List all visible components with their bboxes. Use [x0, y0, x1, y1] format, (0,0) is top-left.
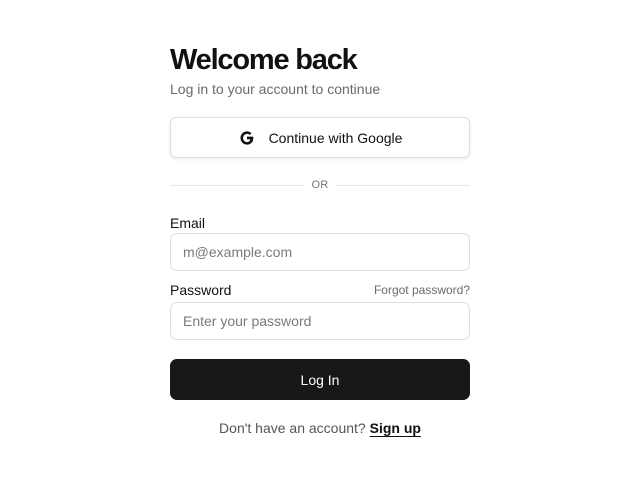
divider-text: OR	[311, 179, 329, 191]
divider-line-right	[336, 184, 471, 186]
log-in-button[interactable]: Log In	[170, 359, 470, 400]
divider-line-left	[170, 184, 304, 186]
signup-prompt: Don't have an account?	[219, 420, 366, 436]
email-field[interactable]	[170, 233, 470, 271]
google-icon	[238, 129, 256, 147]
continue-with-google-button[interactable]: Continue with Google	[170, 117, 470, 158]
signup-row: Don't have an account? Sign up	[170, 420, 470, 436]
continue-with-google-label: Continue with Google	[268, 129, 403, 146]
page-subtitle: Log in to your account to continue	[170, 81, 381, 97]
or-divider: OR	[170, 177, 471, 193]
page-title: Welcome back	[170, 44, 358, 76]
sign-up-link[interactable]: Sign up	[370, 420, 421, 436]
email-label: Email	[170, 215, 206, 231]
forgot-password-link[interactable]: Forgot password?	[374, 283, 470, 297]
password-field[interactable]	[170, 302, 470, 340]
password-label: Password	[170, 282, 232, 298]
